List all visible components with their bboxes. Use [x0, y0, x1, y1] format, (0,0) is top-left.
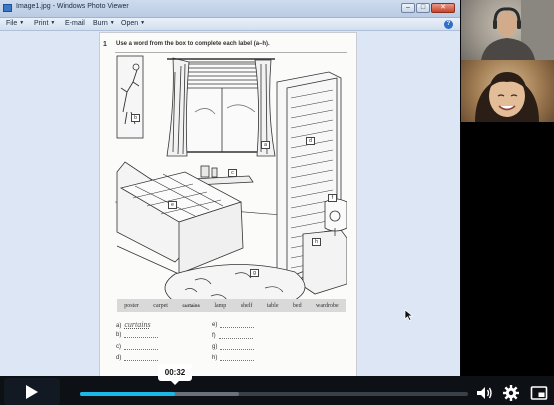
word-carpet: carpet: [153, 302, 168, 309]
answer-blank: [220, 322, 255, 328]
answer-blank: [220, 344, 255, 350]
picture-in-picture-icon[interactable]: [530, 384, 548, 402]
menu-print-label: Print: [34, 20, 49, 27]
label-c: c: [228, 169, 237, 177]
menu-open-label: Open: [121, 20, 139, 27]
current-time-tooltip: 00:32: [158, 364, 192, 385]
answer-g: g): [212, 344, 255, 350]
answer-letter: d): [116, 355, 122, 361]
participant-figure: [475, 72, 539, 122]
answer-letter: h): [212, 355, 218, 361]
answer-c: c): [116, 344, 158, 350]
label-d: d: [306, 137, 315, 145]
chevron-down-icon: ▼: [19, 20, 25, 26]
menu-burn-label: Burn: [93, 20, 108, 27]
label-e: e: [168, 201, 177, 209]
menu-file-label: File: [6, 20, 18, 27]
label-b: b: [131, 114, 140, 122]
answer-blank: [124, 344, 158, 350]
close-button[interactable]: ✕: [431, 3, 455, 13]
photo-viewer-app-icon: [3, 4, 12, 12]
word-poster: poster: [124, 302, 139, 309]
answer-letter: c): [116, 344, 121, 350]
answer-letter: e): [212, 322, 218, 328]
word-bed: bed: [292, 302, 302, 309]
maximize-button[interactable]: □: [416, 3, 430, 13]
label-f: f: [328, 194, 337, 202]
answer-blank: [218, 333, 253, 339]
label-h: h: [312, 238, 321, 246]
word-curtains: curtains: [182, 303, 200, 308]
play-button[interactable]: [4, 378, 60, 405]
chevron-down-icon: ▼: [50, 20, 56, 26]
menu-email-label: E-mail: [65, 20, 85, 27]
word-wardrobe: wardrobe: [316, 302, 339, 309]
menu-burn[interactable]: Burn ▼: [93, 20, 115, 27]
answer-blank: [220, 355, 255, 361]
bedroom-illustration: [115, 52, 347, 308]
settings-icon[interactable]: [502, 384, 520, 402]
menu-print[interactable]: Print ▼: [34, 20, 55, 27]
empty-video-area: [461, 122, 554, 376]
menu-bar: File ▼ Print ▼ E-mail Burn ▼ Open ▼ ?: [0, 18, 460, 31]
answer-a: a) curtains: [116, 320, 151, 329]
word-lamp: lamp: [214, 302, 227, 309]
word-box: poster carpet curtains lamp shelf table …: [117, 299, 346, 312]
exercise-number: 1: [103, 41, 107, 48]
answer-letter: a): [116, 323, 122, 329]
worksheet-page: 1 Use a word from the box to complete ea…: [100, 33, 356, 376]
answer-b: b): [116, 332, 159, 338]
help-icon[interactable]: ?: [444, 20, 453, 29]
answer-letter: f): [212, 333, 216, 339]
play-icon: [26, 385, 38, 399]
window-title: Image1.jpg - Windows Photo Viewer: [16, 3, 129, 10]
answer-d: d): [116, 355, 159, 361]
minimize-button[interactable]: –: [401, 3, 415, 13]
player-controls-bar: [0, 376, 554, 405]
answer-e: e): [212, 322, 255, 328]
progress-played: [80, 392, 176, 396]
label-a: a: [261, 141, 270, 149]
chevron-down-icon: ▼: [140, 20, 146, 26]
participant-video-student[interactable]: [461, 60, 554, 122]
answer-letter: g): [212, 344, 218, 350]
word-table: table: [266, 302, 279, 309]
mouse-pointer-icon: [404, 309, 414, 321]
answer-blank: [124, 332, 159, 338]
photo-viewer-window: Image1.jpg - Windows Photo Viewer – □ ✕ …: [0, 0, 460, 376]
menu-open[interactable]: Open ▼: [121, 20, 145, 27]
answer-f: f): [212, 333, 253, 339]
menu-file[interactable]: File ▼: [6, 20, 24, 27]
participant-figure: [481, 0, 554, 60]
volume-icon[interactable]: [475, 384, 493, 402]
screen-recording: Image1.jpg - Windows Photo Viewer – □ ✕ …: [0, 0, 554, 405]
title-bar: Image1.jpg - Windows Photo Viewer – □ ✕: [0, 0, 460, 18]
chevron-down-icon: ▼: [109, 20, 115, 26]
exercise-instruction: Use a word from the box to complete each…: [116, 41, 270, 47]
menu-email[interactable]: E-mail: [65, 20, 85, 27]
answer-value: curtains: [124, 320, 151, 329]
participant-video-teacher[interactable]: [461, 0, 554, 60]
word-shelf: shelf: [240, 302, 253, 309]
answer-h: h): [212, 355, 255, 361]
answer-blank: [124, 355, 159, 361]
answer-letter: b): [116, 332, 122, 338]
label-g: g: [250, 269, 259, 277]
